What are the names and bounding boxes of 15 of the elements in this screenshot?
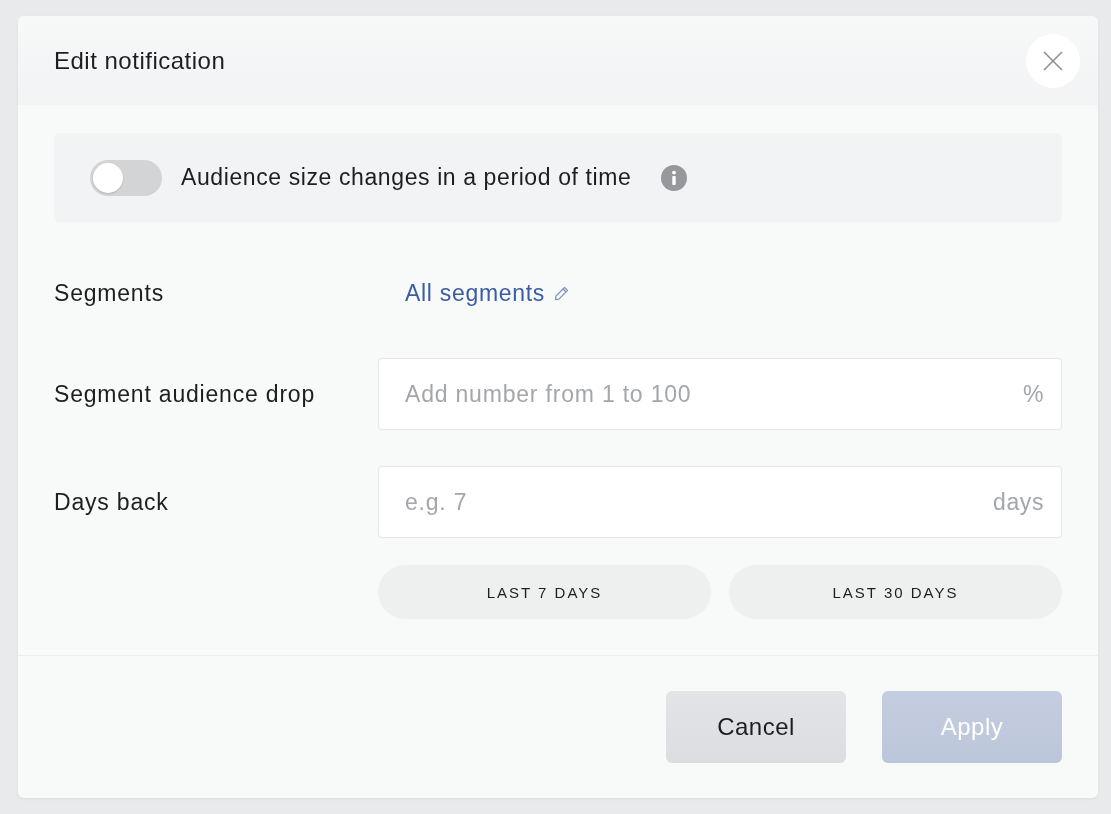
unit-suffix: %: [1022, 380, 1044, 408]
field-label: Segments: [54, 279, 164, 307]
segments-link[interactable]: All segments: [405, 279, 546, 307]
toggle-switch[interactable]: [90, 159, 162, 196]
unit-suffix: days: [993, 488, 1044, 516]
preset-button[interactable]: LAST 30 DAYS: [729, 565, 1062, 619]
pencil-icon[interactable]: [554, 285, 570, 301]
field-label: Days back: [54, 488, 169, 516]
info-icon[interactable]: [661, 164, 688, 191]
cancel-button[interactable]: Cancel: [666, 691, 846, 763]
close-icon: [1043, 50, 1063, 71]
dialog-title: Edit notification: [54, 46, 226, 75]
preset-button[interactable]: LAST 7 DAYS: [378, 565, 711, 619]
toggle-label: Audience size changes in a period of time: [181, 164, 632, 191]
field-label: Segment audience drop: [54, 380, 316, 408]
